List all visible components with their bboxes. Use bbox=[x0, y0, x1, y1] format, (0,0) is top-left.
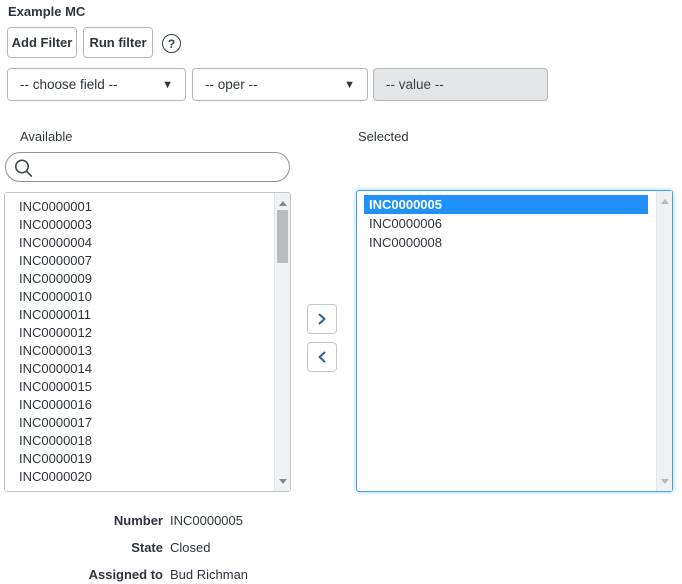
selected-items: INC0000005 INC0000006 INC0000008 bbox=[357, 195, 656, 252]
list-item[interactable]: INC0000009 bbox=[5, 270, 274, 288]
scrollbar bbox=[656, 191, 672, 491]
detail-value: INC0000005 bbox=[170, 513, 243, 528]
list-item[interactable]: INC0000016 bbox=[5, 396, 274, 414]
scrollbar[interactable] bbox=[274, 193, 290, 491]
list-item[interactable]: INC0000001 bbox=[5, 198, 274, 216]
chevron-down-icon: ▼ bbox=[344, 78, 355, 91]
scroll-up-icon[interactable] bbox=[275, 195, 290, 211]
detail-label: Assigned to bbox=[88, 567, 163, 582]
chevron-left-icon bbox=[318, 351, 326, 363]
selected-list[interactable]: INC0000005 INC0000006 INC0000008 bbox=[356, 190, 673, 492]
field-dropdown-value: -- choose field -- bbox=[20, 77, 118, 92]
list-item[interactable]: INC0000006 bbox=[364, 214, 648, 233]
list-item[interactable]: INC0000008 bbox=[364, 233, 648, 252]
scrollbar-thumb[interactable] bbox=[277, 210, 288, 263]
detail-value: Bud Richman bbox=[170, 567, 249, 582]
detail-row: Number INC0000005 bbox=[0, 507, 420, 534]
move-right-button[interactable] bbox=[307, 304, 337, 334]
detail-label: State bbox=[131, 540, 163, 555]
list-item[interactable]: INC0000017 bbox=[5, 414, 274, 432]
list-item[interactable]: INC0000012 bbox=[5, 324, 274, 342]
chevron-down-icon: ▼ bbox=[162, 78, 173, 91]
search-input[interactable] bbox=[5, 152, 290, 182]
scroll-down-icon bbox=[657, 473, 672, 489]
available-label: Available bbox=[20, 129, 73, 144]
oper-dropdown[interactable]: -- oper -- ▼ bbox=[192, 68, 368, 101]
available-items: INC0000001 INC0000003 INC0000004 INC0000… bbox=[5, 198, 274, 486]
list-item[interactable]: INC0000020 bbox=[5, 468, 274, 486]
page-title: Example MC bbox=[8, 4, 86, 19]
detail-row: State Closed bbox=[0, 534, 420, 561]
list-item[interactable]: INC0000018 bbox=[5, 432, 274, 450]
scroll-down-icon[interactable] bbox=[275, 473, 290, 489]
example-mc-widget: Example MC Add Filter Run filter ? -- ch… bbox=[0, 0, 682, 584]
list-item[interactable]: INC0000011 bbox=[5, 306, 274, 324]
oper-dropdown-value: -- oper -- bbox=[205, 77, 258, 92]
add-filter-button[interactable]: Add Filter bbox=[7, 27, 77, 58]
record-details: Number INC0000005 State Closed Assigned … bbox=[0, 507, 420, 584]
list-item[interactable]: INC0000013 bbox=[5, 342, 274, 360]
available-list[interactable]: INC0000001 INC0000003 INC0000004 INC0000… bbox=[4, 192, 291, 492]
field-dropdown[interactable]: -- choose field -- ▼ bbox=[7, 68, 186, 101]
value-input bbox=[373, 68, 548, 101]
detail-label: Number bbox=[113, 513, 163, 528]
list-item[interactable]: INC0000003 bbox=[5, 216, 274, 234]
run-filter-button[interactable]: Run filter bbox=[83, 27, 153, 58]
detail-row: Assigned to Bud Richman bbox=[0, 561, 420, 584]
list-item[interactable]: INC0000019 bbox=[5, 450, 274, 468]
list-item[interactable]: INC0000004 bbox=[5, 234, 274, 252]
help-icon[interactable]: ? bbox=[162, 34, 181, 53]
selected-label: Selected bbox=[358, 129, 409, 144]
detail-value: Closed bbox=[170, 540, 211, 555]
scroll-up-icon bbox=[657, 193, 672, 209]
list-item[interactable]: INC0000015 bbox=[5, 378, 274, 396]
move-left-button[interactable] bbox=[307, 342, 337, 372]
list-item[interactable]: INC0000014 bbox=[5, 360, 274, 378]
chevron-right-icon bbox=[318, 313, 326, 325]
list-item[interactable]: INC0000010 bbox=[5, 288, 274, 306]
list-item-selected[interactable]: INC0000005 bbox=[364, 195, 648, 214]
list-item[interactable]: INC0000007 bbox=[5, 252, 274, 270]
